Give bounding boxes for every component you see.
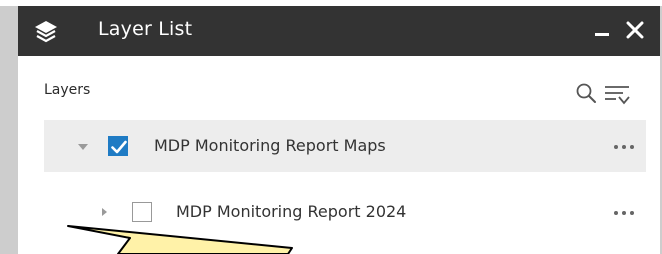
collapse-caret-icon[interactable]	[102, 208, 107, 216]
layer-label: MDP Monitoring Report 2024	[176, 202, 407, 221]
more-options-icon[interactable]	[613, 138, 635, 154]
filter-icon[interactable]	[604, 82, 630, 106]
panel-title: Layer List	[98, 18, 193, 40]
layer-row-mdp-monitoring-report-2024[interactable]: MDP Monitoring Report 2024	[44, 186, 646, 238]
layer-list-panel: Layer List Layers MDP Monitoring Report …	[18, 6, 660, 254]
layer-visibility-checkbox[interactable]	[132, 202, 152, 222]
close-icon[interactable]	[622, 14, 650, 46]
minimize-icon[interactable]	[592, 16, 614, 44]
layers-section-label: Layers	[44, 82, 91, 98]
layer-visibility-checkbox[interactable]	[108, 136, 128, 156]
layer-label: MDP Monitoring Report Maps	[154, 136, 386, 155]
panel-titlebar: Layer List	[18, 6, 660, 56]
layer-row-mdp-monitoring-report-maps[interactable]: MDP Monitoring Report Maps	[44, 120, 646, 172]
search-icon[interactable]	[575, 82, 597, 104]
screenshot-stage: Layer List Layers MDP Monitoring Report …	[0, 0, 662, 254]
layers-icon	[32, 18, 60, 44]
more-options-icon[interactable]	[613, 204, 635, 220]
expand-caret-icon[interactable]	[78, 144, 88, 150]
